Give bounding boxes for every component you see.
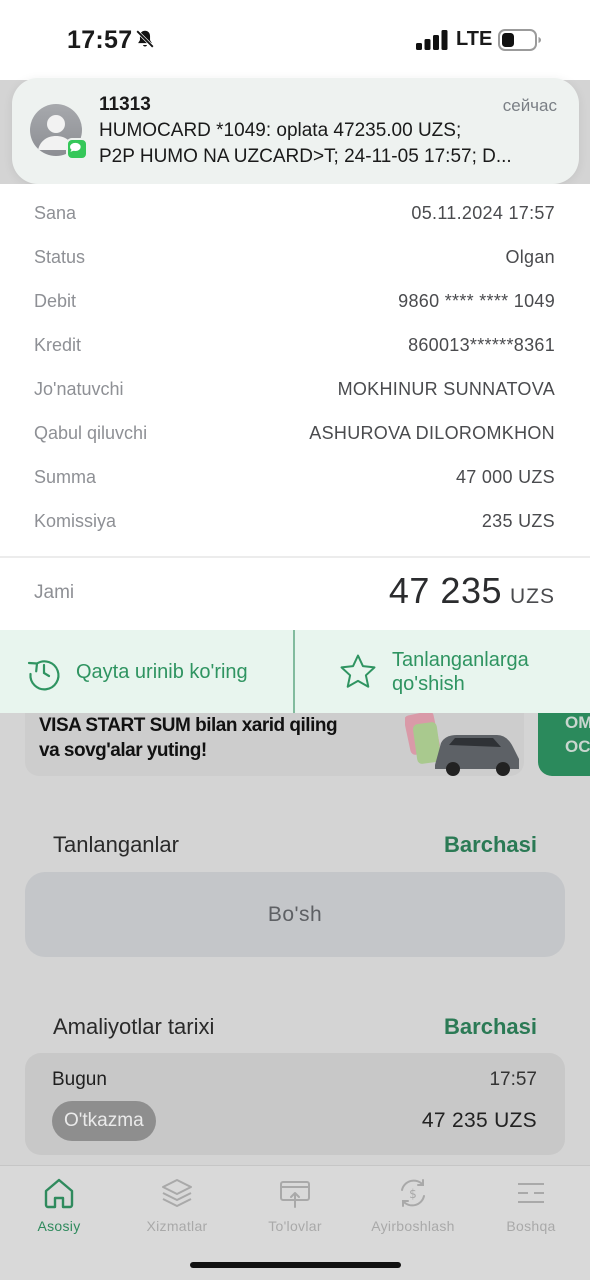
detail-label: Status — [34, 246, 86, 267]
svg-text:$: $ — [409, 1187, 417, 1201]
retry-button[interactable]: Qayta urinib ko'ring — [24, 630, 248, 713]
banner-line2: va sovg'alar yuting! — [39, 740, 207, 761]
detail-label: Qabul qiluvchi — [34, 422, 148, 443]
transfer-type-badge: O'tkazma — [52, 1101, 156, 1141]
bell-slash-icon — [136, 30, 154, 48]
retry-label: Qayta urinib ko'ring — [76, 660, 248, 683]
favorites-label-line1: Tanlanganlarga — [392, 648, 529, 671]
layers-icon — [162, 1179, 192, 1207]
total-label: Jami — [34, 582, 75, 603]
payment-icon — [280, 1181, 310, 1208]
exchange-icon: $ — [401, 1179, 425, 1207]
detail-row-credit: Kredit 860013******8361 — [34, 330, 555, 360]
favorites-empty-state: Bo'sh — [25, 872, 565, 957]
detail-row-date: Sana 05.11.2024 17:57 — [34, 198, 555, 228]
side-card-line1: OM — [565, 713, 590, 732]
side-promo-card[interactable]: OM OC — [538, 713, 590, 776]
detail-label: Debit — [34, 290, 77, 311]
detail-row-debit: Debit 9860 **** **** 1049 — [34, 286, 555, 316]
total-row: Jami 47 235 UZS — [0, 558, 590, 630]
favorites-label: Tanlanganlarga qo'shish — [392, 648, 529, 696]
action-separator — [293, 630, 295, 713]
total-value: 47 235 UZS — [389, 570, 555, 612]
favorites-see-all-link[interactable]: Barchasi — [444, 832, 537, 858]
banner-text: VISA START SUM bilan xarid qiling va sov… — [39, 713, 338, 763]
detail-row-receiver: Qabul qiluvchi ASHUROVA DILOROMKHON — [34, 418, 555, 448]
transaction-details — [0, 184, 590, 556]
detail-value: 47 000 UZS — [455, 466, 555, 487]
detail-value: 9860 **** **** 1049 — [398, 290, 555, 311]
detail-label: Kredit — [34, 334, 82, 355]
detail-value: MOKHINUR SUNNATOVA — [337, 378, 555, 399]
tab-services[interactable]: Xizmatlar — [118, 1176, 236, 1234]
detail-label: Summa — [34, 466, 97, 487]
signal-icon — [416, 30, 448, 50]
messages-icon — [66, 138, 88, 160]
status-bar: 17:57 LTE — [0, 0, 590, 80]
detail-value: Olgan — [505, 246, 555, 267]
detail-value: 235 UZS — [481, 510, 555, 531]
history-day: Bugun — [52, 1069, 107, 1090]
tab-label: Boshqa — [506, 1218, 556, 1234]
menu-icon — [518, 1183, 544, 1203]
side-card-line2: OC — [565, 737, 590, 756]
detail-row-sender: Jo'natuvchi MOKHINUR SUNNATOVA — [34, 374, 555, 404]
tab-label: Ayirboshlash — [371, 1218, 455, 1234]
home-indicator[interactable] — [190, 1262, 401, 1268]
detail-value: 05.11.2024 17:57 — [411, 202, 555, 223]
status-time: 17:57 — [67, 26, 133, 54]
promo-banner[interactable]: VISA START SUM bilan xarid qiling va sov… — [25, 713, 524, 776]
favorites-title: Tanlanganlar — [53, 832, 179, 857]
tab-label: Xizmatlar — [146, 1218, 208, 1234]
detail-row-status: Status Olgan — [34, 242, 555, 272]
banner-line1: VISA START SUM bilan xarid qiling — [39, 715, 338, 736]
detail-row-amount: Summa 47 000 UZS — [34, 462, 555, 492]
history-time: 17:57 — [489, 1069, 537, 1090]
tab-more[interactable]: Boshqa — [472, 1176, 590, 1234]
detail-label: Komissiya — [34, 510, 117, 531]
history-title: Amaliyotlar tarixi — [53, 1014, 215, 1039]
detail-value: ASHUROVA DILOROMKHON — [309, 422, 555, 443]
battery-icon — [498, 29, 541, 51]
notification-text-line2: P2P HUMO NA UZCARD>T; 24-11-05 17:57; D.… — [99, 146, 512, 167]
side-card-text: OM OC — [565, 711, 590, 759]
detail-value: 860013******8361 — [408, 334, 555, 355]
history-item[interactable]: Bugun 17:57 O'tkazma 47 235 UZS — [25, 1053, 565, 1155]
home-icon — [44, 1178, 74, 1209]
detail-row-commission: Komissiya 235 UZS — [34, 506, 555, 536]
total-amount: 47 235 — [388, 570, 502, 611]
tab-label: Asosiy — [37, 1218, 81, 1234]
detail-label: Sana — [34, 202, 77, 223]
tab-exchange[interactable]: $ Ayirboshlash — [354, 1176, 472, 1234]
favorites-label-line2: qo'shish — [392, 672, 465, 695]
notification-time: сейчас — [502, 96, 557, 115]
tab-payments[interactable]: To'lovlar — [236, 1176, 354, 1234]
car-promo-image — [405, 713, 519, 776]
total-currency: UZS — [510, 585, 555, 608]
notification-sender: 11313 — [99, 94, 151, 115]
detail-label: Jo'natuvchi — [34, 378, 124, 399]
retry-icon — [27, 659, 60, 690]
notification-text-line1: HUMOCARD *1049: oplata 47235.00 UZS; — [99, 120, 462, 141]
sms-notification[interactable]: 11313 сейчас HUMOCARD *1049: oplata 4723… — [12, 78, 579, 184]
star-icon — [340, 654, 376, 688]
network-label: LTE — [456, 28, 493, 50]
action-bar: Qayta urinib ko'ring Tanlanganlarga qo's… — [0, 630, 590, 713]
history-amount: 47 235 UZS — [421, 1109, 537, 1132]
add-to-favorites-button[interactable]: Tanlanganlarga qo'shish — [338, 630, 529, 713]
tab-label: To'lovlar — [268, 1218, 322, 1234]
history-see-all-link[interactable]: Barchasi — [444, 1014, 537, 1040]
tab-home[interactable]: Asosiy — [0, 1176, 118, 1234]
